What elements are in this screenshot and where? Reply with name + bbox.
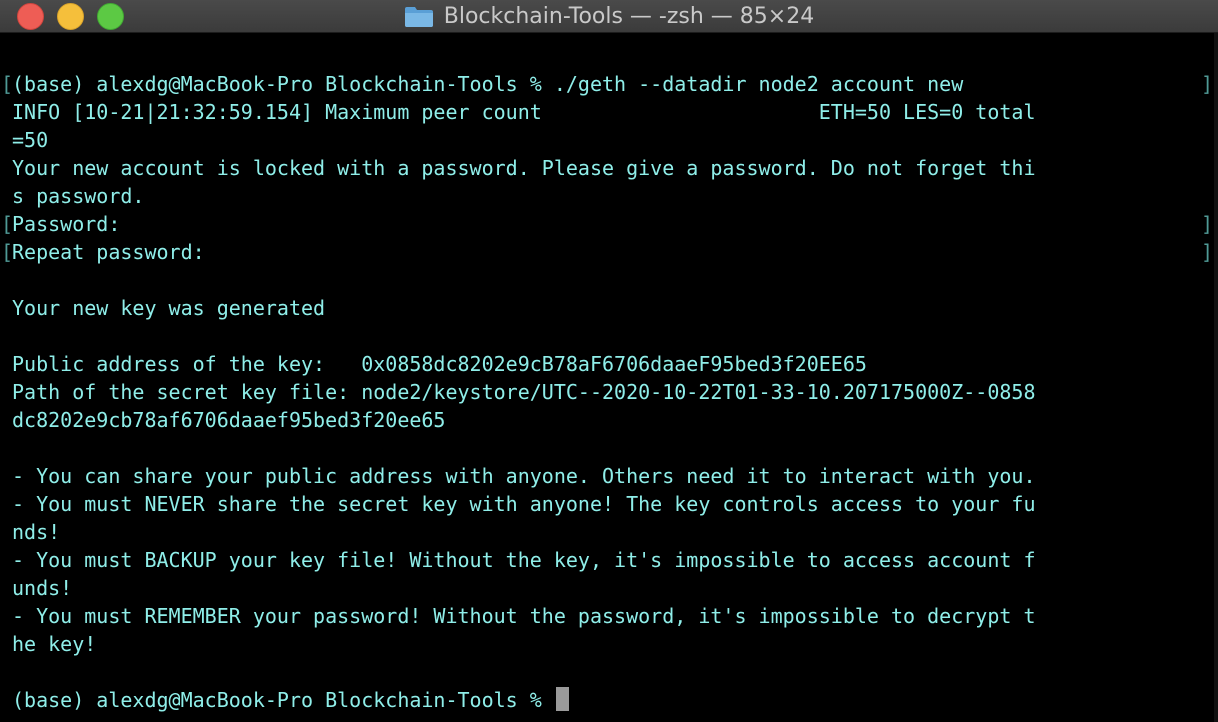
line-mark-right: ] [1200, 240, 1213, 264]
terminal-line: - You must NEVER share the secret key wi… [5, 490, 1213, 518]
terminal-line: unds! [5, 574, 1213, 602]
text-cursor [555, 687, 569, 711]
terminal-line-text: dc8202e9cb78af6706daaef95bed3f20ee65 [12, 408, 446, 432]
folder-icon [404, 6, 434, 27]
window-title: Blockchain-Tools — -zsh — 85×24 [443, 3, 815, 29]
terminal-line: - You must REMEMBER your password! Witho… [5, 602, 1213, 630]
terminal-line: dc8202e9cb78af6706daaef95bed3f20ee65 [5, 406, 1213, 434]
title-bar[interactable]: Blockchain-Tools — -zsh — 85×24 [0, 0, 1218, 33]
terminal-line: Path of the secret key file: node2/keyst… [5, 378, 1213, 406]
terminal-line-text: - You can share your public address with… [12, 464, 1036, 488]
terminal-window: Blockchain-Tools — -zsh — 85×24 [(base) … [0, 0, 1218, 722]
terminal-line-text: nds! [12, 520, 61, 544]
terminal-line-text: - You must NEVER share the secret key wi… [12, 492, 1036, 516]
terminal-line: - You must BACKUP your key file! Without… [5, 546, 1213, 574]
terminal-line-text: Repeat password: [12, 240, 205, 264]
terminal-output[interactable]: [(base) alexdg@MacBook-Pro Blockchain-To… [1, 70, 1213, 722]
terminal-line-text: Your new key was generated [12, 296, 326, 320]
window-title-container: Blockchain-Tools — -zsh — 85×24 [0, 0, 1218, 32]
line-mark-right: ] [1200, 212, 1213, 236]
prompt-line[interactable]: (base) alexdg@MacBook-Pro Blockchain-Too… [5, 686, 1213, 714]
line-mark-left: [ [1, 240, 14, 264]
terminal-line: =50 [5, 126, 1213, 154]
terminal-line: Your new account is locked with a passwo… [5, 154, 1213, 182]
terminal-line-text: =50 [12, 128, 49, 152]
scrollbar-track[interactable] [1214, 33, 1218, 722]
terminal-line-text: - You must REMEMBER your password! Witho… [12, 604, 1036, 628]
terminal-line-text: Path of the secret key file: node2/keyst… [12, 380, 1036, 404]
terminal-line: [(base) alexdg@MacBook-Pro Blockchain-To… [1, 70, 1213, 98]
terminal-line: Public address of the key: 0x0858dc8202e… [5, 350, 1213, 378]
terminal-line: s password. [5, 182, 1213, 210]
line-mark-left: [ [1, 72, 14, 96]
line-mark-right: ] [1200, 72, 1213, 96]
terminal-line: Your new key was generated [5, 294, 1213, 322]
shell-prompt: (base) alexdg@MacBook-Pro Blockchain-Too… [12, 688, 554, 712]
terminal-line-text: INFO [10-21|21:32:59.154] Maximum peer c… [12, 100, 1036, 124]
terminal-line: INFO [10-21|21:32:59.154] Maximum peer c… [5, 98, 1213, 126]
terminal-line-text: s password. [12, 184, 145, 208]
terminal-line: - You can share your public address with… [5, 462, 1213, 490]
terminal-line-text: he key! [12, 632, 97, 656]
terminal-line: [Repeat password:] [1, 238, 1213, 266]
terminal-line-text: Your new account is locked with a passwo… [12, 156, 1036, 180]
terminal-line: [Password:] [1, 210, 1213, 238]
terminal-line: he key! [5, 630, 1213, 658]
terminal-line-text: Password: [12, 212, 121, 236]
terminal-line-text: Public address of the key: 0x0858dc8202e… [12, 352, 867, 376]
terminal-line: nds! [5, 518, 1213, 546]
terminal-line-text: - You must BACKUP your key file! Without… [12, 548, 1036, 572]
terminal-line-text: (base) alexdg@MacBook-Pro Blockchain-Too… [12, 72, 964, 96]
line-mark-left: [ [1, 212, 14, 236]
terminal-line-text: unds! [12, 576, 73, 600]
